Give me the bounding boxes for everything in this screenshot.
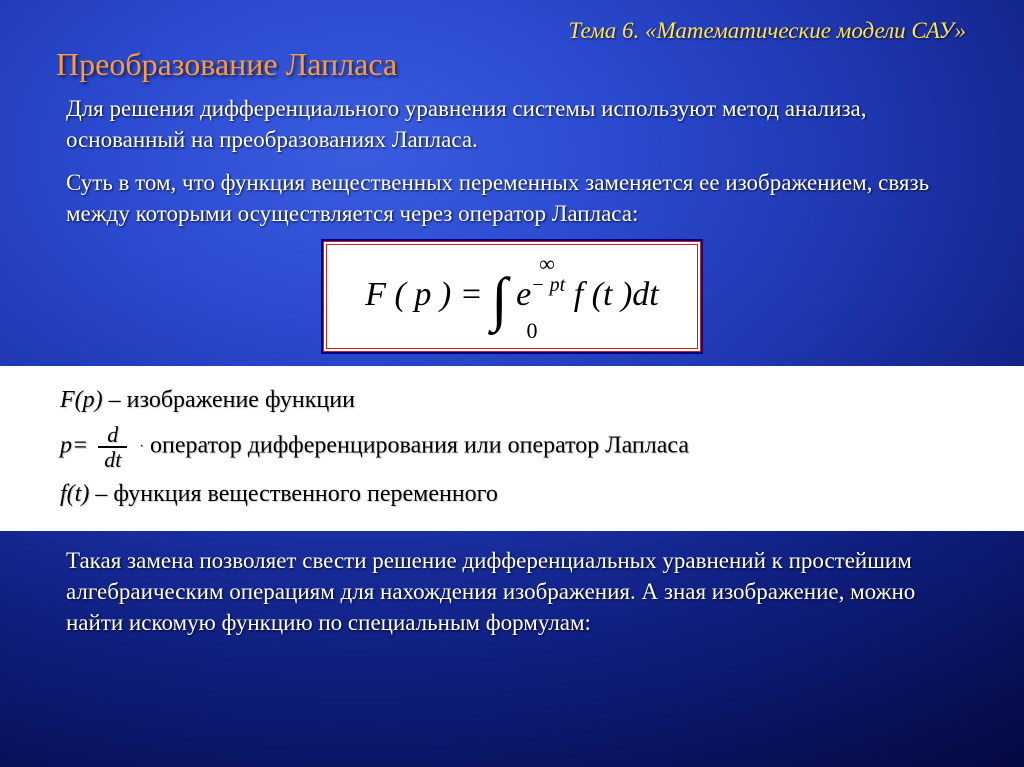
def3-text: – функция вещественного переменного [89,481,498,507]
integral-lower-limit: 0 [377,320,687,342]
def-line-2: p= d dt · оператор дифференцирования или… [60,423,974,471]
paragraph-3: Такая замена позволяет свести решение ди… [66,545,958,638]
definitions-box: F(p) – изображение функции p= d dt · опе… [0,366,1024,531]
fraction-d-dt: d dt [98,423,127,471]
fraction-denominator: dt [98,448,127,471]
slide: Тема 6. «Математические модели САУ» Прео… [0,0,1024,767]
formula-rhs: f (t )dt [574,276,659,313]
def1-text: – изображение функции [103,387,355,413]
integral-upper-limit: ∞ [407,253,687,275]
def1-symbol: F(p) [60,387,103,413]
exp-superscript: − pt [531,274,565,296]
def3-symbol: f(t) [60,481,89,507]
laplace-formula-box: ∞ F ( p ) = ∫ e− pt f (t )dt 0 [323,241,701,352]
paragraph-1: Для решения дифференциального уравнения … [66,93,958,155]
integral-expression: F ( p ) = ∫ e− pt f (t )dt [337,275,687,320]
dash-sep: · [139,440,144,455]
integral-sign: ∫ [491,278,507,320]
def2-text: оператор дифференцирования или оператор … [150,433,689,459]
formula-lhs: F ( p ) = [365,276,482,313]
paragraph-2: Суть в том, что функция вещественных пер… [66,167,958,229]
def-line-1: F(p) – изображение функции [60,382,974,419]
exp-base: e [516,276,531,313]
topic-line: Тема 6. «Математические модели САУ» [48,18,976,44]
def2-symbol: p= [60,433,88,459]
def-line-3: f(t) – функция вещественного переменного [60,476,974,513]
fraction-numerator: d [98,423,127,448]
slide-title: Преобразование Лапласа [56,46,976,83]
